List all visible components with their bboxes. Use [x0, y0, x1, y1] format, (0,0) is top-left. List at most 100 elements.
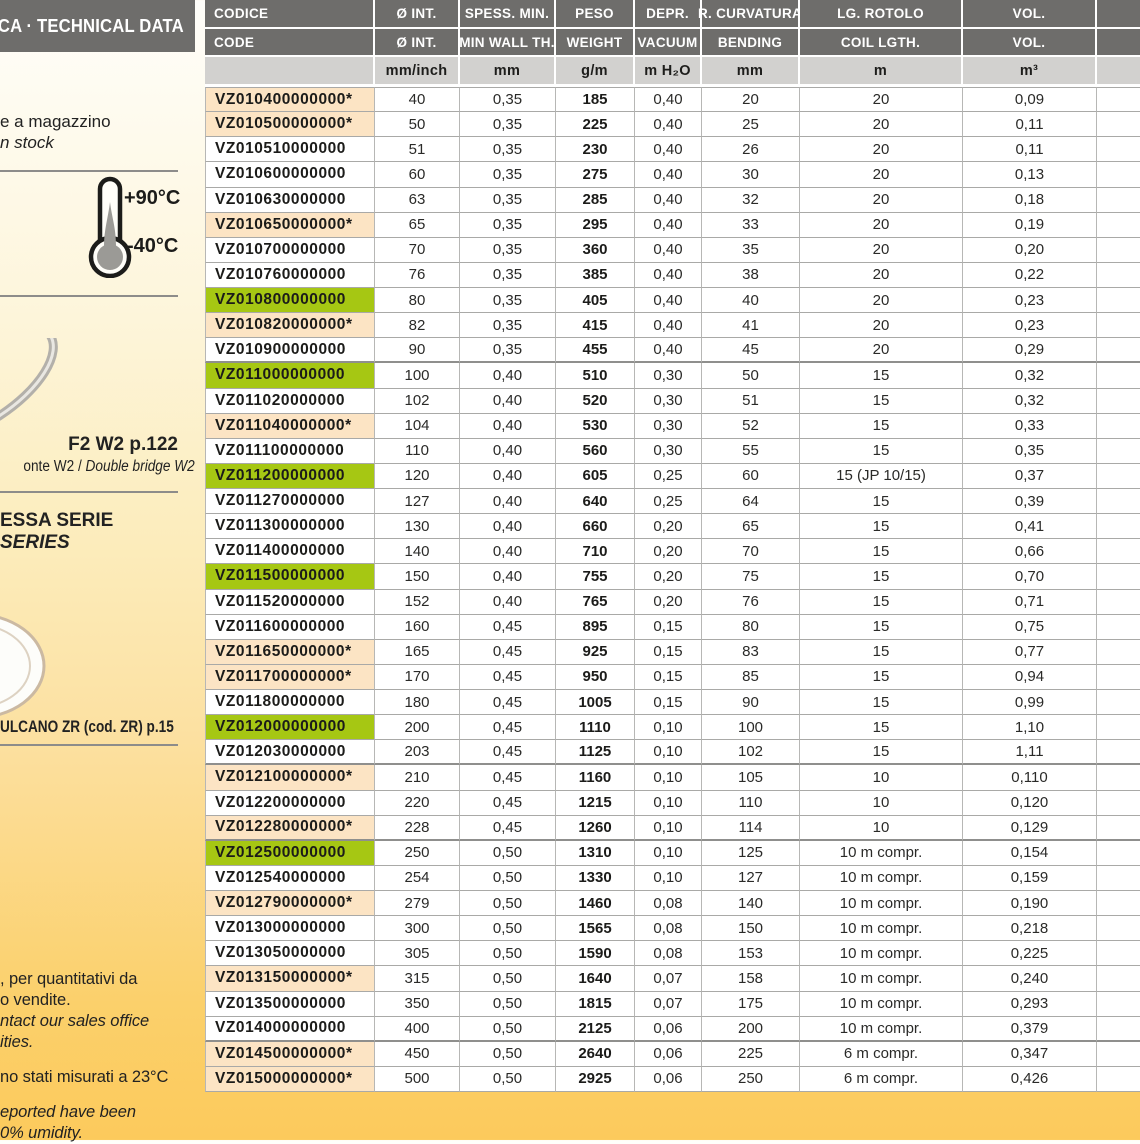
value-cell: 300: [375, 916, 460, 941]
column-unit: [205, 57, 375, 84]
hose-image: [0, 612, 52, 720]
value-cell: 0,35: [460, 313, 556, 338]
value-cell: 0,10: [635, 765, 702, 790]
value-cell: 279: [375, 891, 460, 916]
value-cell: 15: [800, 439, 963, 464]
column-header-en: [1097, 29, 1140, 55]
value-cell: 150: [375, 564, 460, 589]
code-cell: VZ011600000000: [205, 615, 375, 640]
fasc-cell: [1097, 690, 1140, 715]
code-cell: VZ013000000000: [205, 916, 375, 941]
value-cell: 755: [556, 564, 635, 589]
fasc-cell: [1097, 564, 1140, 589]
page-title: CA · TECHNICAL DATA: [0, 15, 195, 37]
table-row: VZ0135000000003500,5018150,0717510 m com…: [205, 992, 1140, 1017]
value-cell: 102: [702, 740, 800, 765]
value-cell: 102: [375, 389, 460, 414]
value-cell: 0,190: [963, 891, 1097, 916]
code-cell: VZ011650000000*: [205, 640, 375, 665]
value-cell: 0,06: [635, 1017, 702, 1042]
fasc-cell: [1097, 363, 1140, 388]
fasc-cell: [1097, 1067, 1140, 1092]
fasc-cell: [1097, 288, 1140, 313]
value-cell: 0,40: [635, 338, 702, 363]
fasc-cell: [1097, 162, 1140, 187]
value-cell: 6 m compr.: [800, 1042, 963, 1067]
fasc-cell: [1097, 238, 1140, 263]
value-cell: 1460: [556, 891, 635, 916]
code-cell: VZ011800000000: [205, 690, 375, 715]
value-cell: 350: [375, 992, 460, 1017]
value-cell: 15: [800, 414, 963, 439]
value-cell: 76: [375, 263, 460, 288]
value-cell: 0,40: [635, 137, 702, 162]
value-cell: 15: [800, 389, 963, 414]
reference-block: F2 W2 p.122 onte W2 / Double bridge W2: [0, 433, 178, 477]
table-row: VZ0122000000002200,4512150,10110100,120: [205, 791, 1140, 816]
value-cell: 285: [556, 188, 635, 213]
value-cell: 0,13: [963, 162, 1097, 187]
value-cell: 15 (JP 10/15): [800, 464, 963, 489]
value-cell: 0,40: [635, 188, 702, 213]
value-cell: 20: [800, 188, 963, 213]
code-cell: VZ011040000000*: [205, 414, 375, 439]
value-cell: 40: [375, 87, 460, 112]
value-cell: 65: [375, 213, 460, 238]
value-cell: 105: [702, 765, 800, 790]
column-header-it: R. CURVATURA: [702, 0, 800, 27]
value-cell: 0,18: [963, 188, 1097, 213]
code-cell: VZ013150000000*: [205, 966, 375, 991]
column-header-it: LG. ROTOLO: [800, 0, 963, 27]
value-cell: 130: [375, 514, 460, 539]
value-cell: 0,40: [635, 288, 702, 313]
value-cell: 0,40: [460, 389, 556, 414]
table-row: VZ010800000000800,354050,4040200,23: [205, 288, 1140, 313]
value-cell: 0,15: [635, 665, 702, 690]
note-line: [0, 1053, 205, 1067]
fasc-cell: [1097, 338, 1140, 363]
fasc-cell: [1097, 414, 1140, 439]
value-cell: 0,15: [635, 615, 702, 640]
value-cell: 1590: [556, 941, 635, 966]
column-unit: g/m: [556, 57, 635, 84]
table-row: VZ011040000000*1040,405300,3052150,33: [205, 414, 1140, 439]
value-cell: 0,23: [963, 313, 1097, 338]
table-header: CODICEØ INT.SPESS. MIN.PESODEPR.R. CURVA…: [205, 0, 1140, 87]
column-header-en: WEIGHT: [556, 29, 635, 55]
fasc-cell: [1097, 87, 1140, 112]
value-cell: 765: [556, 590, 635, 615]
value-cell: 0,20: [635, 590, 702, 615]
value-cell: 1125: [556, 740, 635, 765]
fasc-cell: [1097, 539, 1140, 564]
value-cell: 0,75: [963, 615, 1097, 640]
value-cell: 0,40: [635, 238, 702, 263]
value-cell: 0,35: [460, 263, 556, 288]
code-cell: VZ010800000000: [205, 288, 375, 313]
value-cell: 51: [375, 137, 460, 162]
table-row: VZ012280000000*2280,4512600,10114100,129: [205, 816, 1140, 841]
value-cell: 315: [375, 966, 460, 991]
value-cell: 0,06: [635, 1067, 702, 1092]
value-cell: 1,11: [963, 740, 1097, 765]
value-cell: 0,40: [635, 313, 702, 338]
table-row: VZ0125000000002500,5013100,1012510 m com…: [205, 841, 1140, 866]
code-cell: VZ011520000000: [205, 590, 375, 615]
value-cell: 0,39: [963, 489, 1097, 514]
value-cell: 0,07: [635, 966, 702, 991]
value-cell: 0,35: [460, 338, 556, 363]
code-cell: VZ011270000000: [205, 489, 375, 514]
value-cell: 1815: [556, 992, 635, 1017]
value-cell: 295: [556, 213, 635, 238]
value-cell: 0,40: [460, 464, 556, 489]
code-cell: VZ013500000000: [205, 992, 375, 1017]
value-cell: 160: [375, 615, 460, 640]
fasc-cell: [1097, 1042, 1140, 1067]
value-cell: 52: [702, 414, 800, 439]
note-line: , per quantitativi da: [0, 969, 205, 990]
column-header-en: Ø INT.: [375, 29, 460, 55]
divider: [0, 170, 178, 172]
value-cell: 127: [702, 866, 800, 891]
value-cell: 0,06: [635, 1042, 702, 1067]
value-cell: 1640: [556, 966, 635, 991]
value-cell: 400: [375, 1017, 460, 1042]
